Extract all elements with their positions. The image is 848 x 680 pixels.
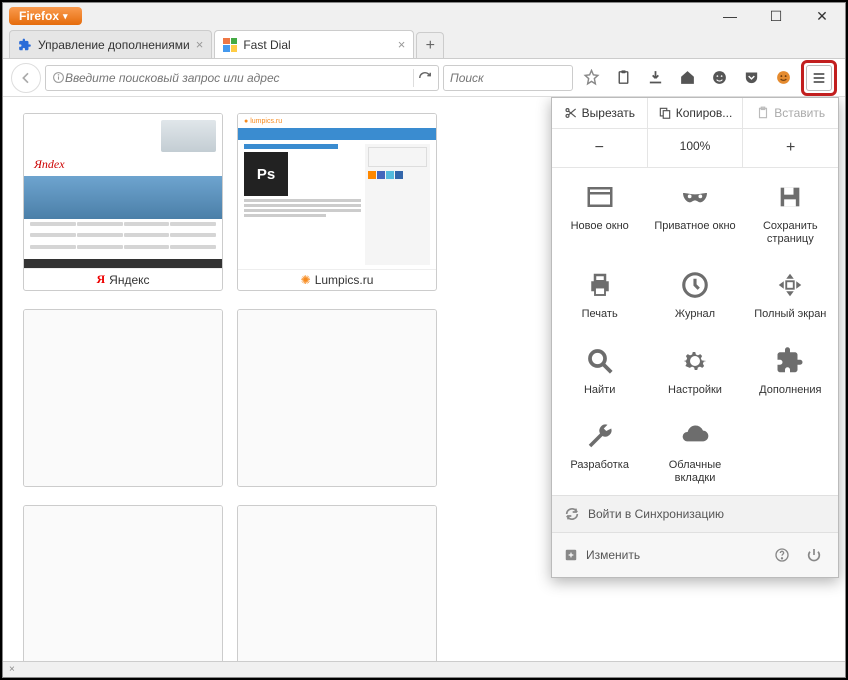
url-input[interactable]: [65, 71, 409, 85]
zoom-in-button[interactable]: +: [743, 129, 838, 167]
paste-icon: [756, 106, 770, 120]
squares-icon: [223, 38, 237, 52]
clipboard-icon[interactable]: [609, 64, 637, 92]
menu-cut[interactable]: Вырезать: [552, 98, 647, 128]
menu-private-window[interactable]: Приватное окно: [647, 168, 742, 256]
tab-label: Управление дополнениями: [38, 38, 190, 52]
menu-copy[interactable]: Копиров...: [647, 98, 743, 128]
home-icon[interactable]: [673, 64, 701, 92]
plus-box-icon: [564, 548, 578, 562]
smiley-orange-icon[interactable]: [769, 64, 797, 92]
menu-addons[interactable]: Дополнения: [743, 332, 838, 407]
dial-thumbnail: Яndex: [24, 114, 222, 268]
tab-close-icon[interactable]: ×: [398, 37, 406, 52]
minimize-button[interactable]: —: [707, 3, 753, 29]
tab-addons[interactable]: Управление дополнениями ×: [9, 30, 212, 58]
dial-label: ЯЯндекс: [24, 268, 222, 290]
sync-icon: [564, 506, 580, 522]
urlbar[interactable]: [45, 65, 439, 91]
quit-button[interactable]: [802, 543, 826, 567]
window-controls: — ☐ ✕: [707, 3, 845, 29]
tabstrip: Управление дополнениями × Fast Dial × +: [3, 29, 845, 59]
tab-fastdial[interactable]: Fast Dial ×: [214, 30, 414, 58]
menu-new-window[interactable]: Новое окно: [552, 168, 647, 256]
face-icon[interactable]: [705, 64, 733, 92]
menu-fullscreen[interactable]: Полный экран: [743, 256, 838, 331]
addon-icon: [773, 344, 807, 378]
statusbar: ×: [3, 661, 845, 677]
puzzle-icon: [18, 38, 32, 52]
back-button[interactable]: [11, 63, 41, 93]
navbar: [3, 59, 845, 97]
close-button[interactable]: ✕: [799, 3, 845, 29]
tab-label: Fast Dial: [243, 38, 290, 52]
app-menu-button[interactable]: Firefox: [9, 7, 82, 25]
print-icon: [583, 268, 617, 302]
pocket-icon[interactable]: [737, 64, 765, 92]
dial-empty[interactable]: [237, 309, 437, 487]
save-icon: [773, 180, 807, 214]
menu-find[interactable]: Найти: [552, 332, 647, 407]
dial-thumbnail: ● lumpics.ru Ps: [238, 114, 436, 269]
zoom-level: 100%: [647, 129, 744, 167]
menu-sync-signin[interactable]: Войти в Синхронизацию: [552, 495, 838, 532]
history-icon: [678, 268, 712, 302]
hamburger-icon: [811, 70, 827, 86]
dial-label: ✺Lumpics.ru: [238, 269, 436, 290]
dial-lumpics[interactable]: ● lumpics.ru Ps: [237, 113, 437, 291]
maximize-button[interactable]: ☐: [753, 3, 799, 29]
menu-paste: Вставить: [742, 98, 838, 128]
statusbar-close-icon[interactable]: ×: [9, 664, 15, 675]
dial-empty[interactable]: [237, 505, 437, 661]
find-icon: [583, 344, 617, 378]
scissors-icon: [564, 106, 578, 120]
menu-grid: Новое окно Приватное окно Сохранить стра…: [552, 168, 838, 495]
menu-save-page[interactable]: Сохранить страницу: [743, 168, 838, 256]
menu-developer[interactable]: Разработка: [552, 407, 647, 495]
menu-history[interactable]: Журнал: [647, 256, 742, 331]
zoom-out-button[interactable]: −: [552, 129, 647, 167]
reload-icon[interactable]: [418, 71, 432, 85]
menu-settings[interactable]: Настройки: [647, 332, 742, 407]
main-menu-button[interactable]: [801, 60, 837, 96]
searchbox[interactable]: [443, 65, 573, 91]
menu-customize[interactable]: Изменить: [586, 548, 640, 562]
window-icon: [583, 180, 617, 214]
copy-icon: [658, 106, 672, 120]
bookmark-star-icon[interactable]: [577, 64, 605, 92]
downloads-icon[interactable]: [641, 64, 669, 92]
menu-print[interactable]: Печать: [552, 256, 647, 331]
mask-icon: [678, 180, 712, 214]
menu-footer: Изменить: [552, 532, 838, 577]
browser-window: Firefox — ☐ ✕ Управление дополнениями × …: [2, 2, 846, 678]
main-menu-panel: Вырезать Копиров... Вставить − 100% + Но…: [551, 97, 839, 578]
content-area: Яndex ЯЯндекс ● lumpics.ru: [3, 97, 845, 661]
titlebar: Firefox — ☐ ✕: [3, 3, 845, 29]
menu-synced-tabs[interactable]: Облачные вкладки: [647, 407, 742, 495]
new-tab-button[interactable]: +: [416, 32, 444, 58]
dial-yandex[interactable]: Яndex ЯЯндекс: [23, 113, 223, 291]
dial-empty[interactable]: [23, 309, 223, 487]
fullscreen-icon: [773, 268, 807, 302]
cloud-icon: [678, 419, 712, 453]
dial-empty[interactable]: [23, 505, 223, 661]
help-button[interactable]: [770, 543, 794, 567]
wrench-icon: [583, 419, 617, 453]
tab-close-icon[interactable]: ×: [196, 37, 204, 52]
info-icon: [52, 71, 65, 84]
gear-icon: [678, 344, 712, 378]
